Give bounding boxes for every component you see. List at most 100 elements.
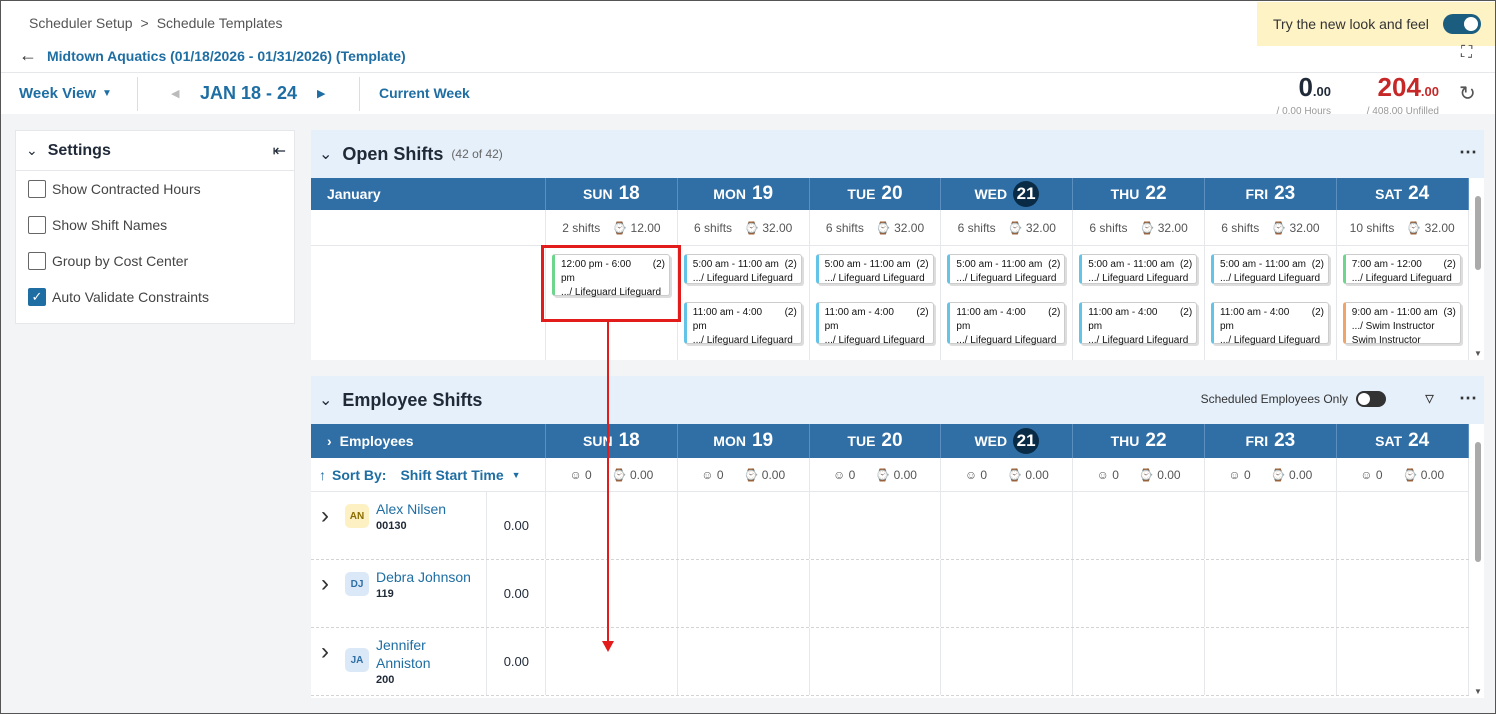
breadcrumb-schedule-templates[interactable]: Schedule Templates: [157, 15, 283, 31]
employee-day-cell[interactable]: [1073, 628, 1205, 695]
shift-card[interactable]: 11:00 am - 4:00 (2) pm .../ Lifeguard Lifeg…: [1079, 302, 1198, 346]
employee-day-cell[interactable]: [810, 560, 942, 627]
scroll-down-icon[interactable]: ▼: [1474, 687, 1482, 696]
shift-time: 11:00 am - 4:00: [692, 307, 763, 318]
collapse-panel-icon[interactable]: ⇤: [273, 141, 286, 161]
employee-day-cell[interactable]: [941, 628, 1074, 695]
count-stat: ☺ 0: [965, 468, 987, 482]
shift-card[interactable]: 11:00 am - 4:00 (2) pm .../ Lifeguard Lifeg…: [1210, 302, 1329, 346]
shift-card[interactable]: 5:00 am - 11:00 am (2) .../ Lifeguard Life…: [947, 254, 1066, 284]
back-arrow-icon[interactable]: ←: [19, 45, 37, 66]
employee-day-cell[interactable]: [941, 560, 1074, 627]
chevron-right-icon[interactable]: ›: [321, 570, 329, 598]
current-week-button[interactable]: Current Week: [379, 73, 470, 113]
employee-day-cell[interactable]: [546, 560, 678, 627]
hours-stat: ⌚ 0.00: [744, 468, 786, 482]
breadcrumb-scheduler-setup[interactable]: Scheduler Setup: [29, 15, 133, 31]
employee-hours: 0.00: [487, 492, 546, 559]
shift-qty: (2): [1443, 259, 1456, 270]
clock-icon: ⌚: [1270, 467, 1289, 482]
employee-hours: 0.00: [487, 560, 546, 627]
chevron-right-icon[interactable]: ›: [321, 638, 329, 666]
person-icon: ☺: [964, 467, 981, 482]
employee-day-cell[interactable]: [678, 560, 810, 627]
more-options-icon[interactable]: ⋯: [1459, 142, 1478, 163]
settings-option[interactable]: Show Shift Names: [16, 207, 294, 243]
employee-day-cell[interactable]: [1073, 492, 1205, 559]
day-header-wed: WED 21: [941, 178, 1074, 210]
employee-day-cell[interactable]: [678, 492, 810, 559]
shift-card[interactable]: 5:00 am - 11:00 am (2) .../ Lifeguard Life…: [683, 254, 802, 284]
scrollbar-thumb[interactable]: [1475, 442, 1481, 562]
shift-card[interactable]: 11:00 am - 4:00 (2) pm .../ Lifeguard Lifeg…: [683, 302, 802, 346]
settings-header[interactable]: ⌄ Settings ⇤: [16, 131, 294, 171]
employee-day-cell[interactable]: [810, 628, 942, 695]
employee-day-cell[interactable]: [678, 628, 810, 695]
dropdown-caret-icon[interactable]: ▼: [512, 470, 521, 480]
employee-name[interactable]: Alex Nilsen: [376, 500, 446, 518]
employee-day-cell[interactable]: [1205, 628, 1337, 695]
employee-name-line2: Anniston: [376, 655, 431, 671]
checkbox[interactable]: [28, 180, 46, 198]
next-week-icon[interactable]: ▶: [317, 73, 325, 113]
sort-control[interactable]: ↑ Sort By: Shift Start Time ▼: [311, 458, 546, 491]
day-stat: ☺ 0 ⌚ 0.00: [941, 458, 1074, 491]
chevron-right-icon[interactable]: ›: [321, 502, 329, 530]
new-look-toggle[interactable]: [1443, 14, 1481, 34]
sort-arrow-icon[interactable]: ↑: [319, 467, 326, 483]
checkbox[interactable]: [28, 216, 46, 234]
sort-value-dropdown[interactable]: Shift Start Time: [400, 467, 503, 483]
fullscreen-icon[interactable]: ⛶: [1461, 44, 1472, 62]
employee-day-cell[interactable]: [1337, 492, 1469, 559]
open-shifts-scrollbar[interactable]: ▼: [1472, 178, 1484, 360]
employee-name[interactable]: Jennifer Anniston: [376, 636, 430, 672]
settings-option[interactable]: ✓ Auto Validate Constraints: [16, 279, 294, 315]
scrollbar-thumb[interactable]: [1475, 196, 1481, 270]
filter-icon[interactable]: ▿: [1425, 388, 1434, 409]
employee-day-cell[interactable]: [1205, 492, 1337, 559]
settings-option[interactable]: Group by Cost Center: [16, 243, 294, 279]
week-view-dropdown[interactable]: Week View ▼: [19, 73, 112, 113]
shift-card[interactable]: 5:00 am - 11:00 am (2) .../ Lifeguard Life…: [1079, 254, 1198, 284]
day-name: FRI: [1245, 433, 1269, 449]
employee-day-cell[interactable]: [1073, 560, 1205, 627]
scheduled-only-toggle[interactable]: [1356, 391, 1386, 407]
chevron-down-icon[interactable]: ⌄: [319, 390, 332, 410]
employees-toggle[interactable]: › Employees: [311, 424, 546, 458]
day-columns: SUN 18 MON 19 TUE 20 WED 21 THU 22 FRI 23 SAT 24: [546, 178, 1469, 210]
day-header-tue: TUE 20: [810, 178, 942, 210]
shift-card[interactable]: 5:00 am - 11:00 am (2) .../ Lifeguard Life…: [815, 254, 934, 284]
employee-name[interactable]: Debra Johnson: [376, 568, 471, 586]
shift-role-cont: Swim Instructor: [1351, 335, 1421, 346]
settings-option[interactable]: Show Contracted Hours: [16, 171, 294, 207]
page-title[interactable]: Midtown Aquatics (01/18/2026 - 01/31/202…: [47, 48, 406, 64]
shift-card[interactable]: 7:00 am - 12:00 (2) .../ Lifeguard Lifegua…: [1342, 254, 1461, 284]
employee-day-cell[interactable]: [941, 492, 1074, 559]
employee-shifts-day-header: › Employees SUN 18 MON 19 TUE 20 WED 21 THU 22 FRI 2…: [311, 424, 1469, 458]
day-summary: 6 shifts ⌚ 32.00: [1073, 210, 1205, 245]
employee-day-cell[interactable]: [546, 492, 678, 559]
shift-card[interactable]: 11:00 am - 4:00 (2) pm .../ Lifeguard Lifeg…: [815, 302, 934, 346]
more-options-icon[interactable]: ⋯: [1459, 388, 1478, 409]
drag-arrow: [607, 322, 609, 642]
employee-shifts-scrollbar[interactable]: ▼: [1472, 424, 1484, 698]
chevron-down-icon[interactable]: ⌄: [26, 142, 38, 159]
unfilled-stat: 204.00 / 408.00 Unfilled: [1345, 73, 1439, 117]
scroll-down-icon[interactable]: ▼: [1474, 349, 1482, 358]
checkbox[interactable]: ✓: [28, 288, 46, 306]
day-number: 20: [881, 183, 903, 204]
shift-qty: (2): [784, 259, 797, 270]
checkbox[interactable]: [28, 252, 46, 270]
refresh-icon[interactable]: ↻: [1459, 81, 1476, 106]
prev-week-icon[interactable]: ◀: [171, 73, 179, 113]
employee-day-cell[interactable]: [810, 492, 942, 559]
employee-day-cell[interactable]: [546, 628, 678, 695]
employee-day-cell[interactable]: [1205, 560, 1337, 627]
shift-card[interactable]: 5:00 am - 11:00 am (2) .../ Lifeguard Life…: [1210, 254, 1329, 284]
shift-card[interactable]: 9:00 am - 11:00 am (3) .../ Swim Instructo…: [1342, 302, 1461, 346]
shift-card[interactable]: 11:00 am - 4:00 (2) pm .../ Lifeguard Lifeg…: [947, 302, 1066, 346]
day-cell: 5:00 am - 11:00 am (2) .../ Lifeguard Life…: [1073, 246, 1205, 360]
chevron-down-icon[interactable]: ⌄: [319, 144, 332, 164]
employee-day-cell[interactable]: [1337, 560, 1469, 627]
employee-day-cell[interactable]: [1337, 628, 1469, 695]
